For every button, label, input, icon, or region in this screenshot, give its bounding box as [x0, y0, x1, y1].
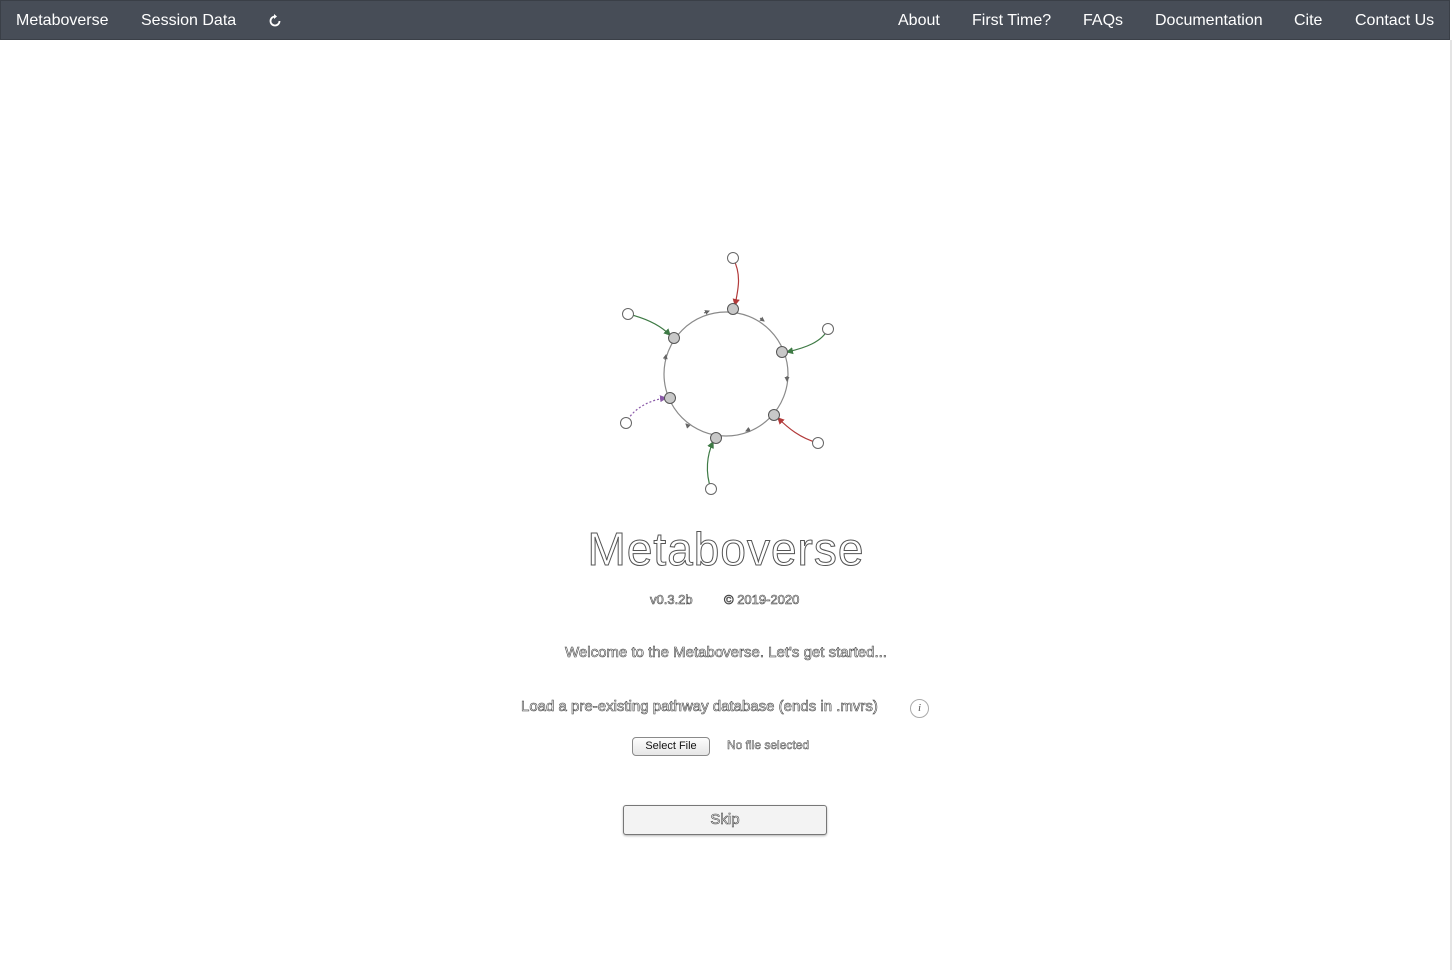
file-status-label: No file selected	[727, 738, 810, 753]
nav-brand[interactable]: Metaboverse	[16, 1, 109, 41]
select-file-button[interactable]: Select File	[632, 737, 710, 756]
nav-documentation[interactable]: Documentation	[1155, 1, 1263, 41]
welcome-message: Welcome to the Metaboverse. Let's get st…	[565, 644, 888, 662]
refresh-icon[interactable]	[267, 13, 283, 29]
app-title: Metaboverse	[587, 523, 865, 576]
copyright-label: © 2019-2020	[724, 592, 800, 608]
nav-session-data[interactable]: Session Data	[141, 1, 236, 41]
info-icon[interactable]: i	[910, 699, 929, 718]
version-label: v0.3.2b	[650, 592, 693, 608]
nav-contact-us[interactable]: Contact Us	[1355, 1, 1434, 41]
nav-faqs[interactable]: FAQs	[1083, 1, 1123, 41]
nav-first-time[interactable]: First Time?	[972, 1, 1051, 41]
top-navbar: Metaboverse Session Data About First Tim…	[0, 0, 1450, 40]
skip-button[interactable]: Skip	[623, 805, 827, 835]
load-database-label: Load a pre-existing pathway database (en…	[521, 698, 878, 716]
nav-about[interactable]: About	[898, 1, 940, 41]
metaboverse-logo-icon	[620, 252, 834, 495]
nav-cite[interactable]: Cite	[1294, 1, 1322, 41]
